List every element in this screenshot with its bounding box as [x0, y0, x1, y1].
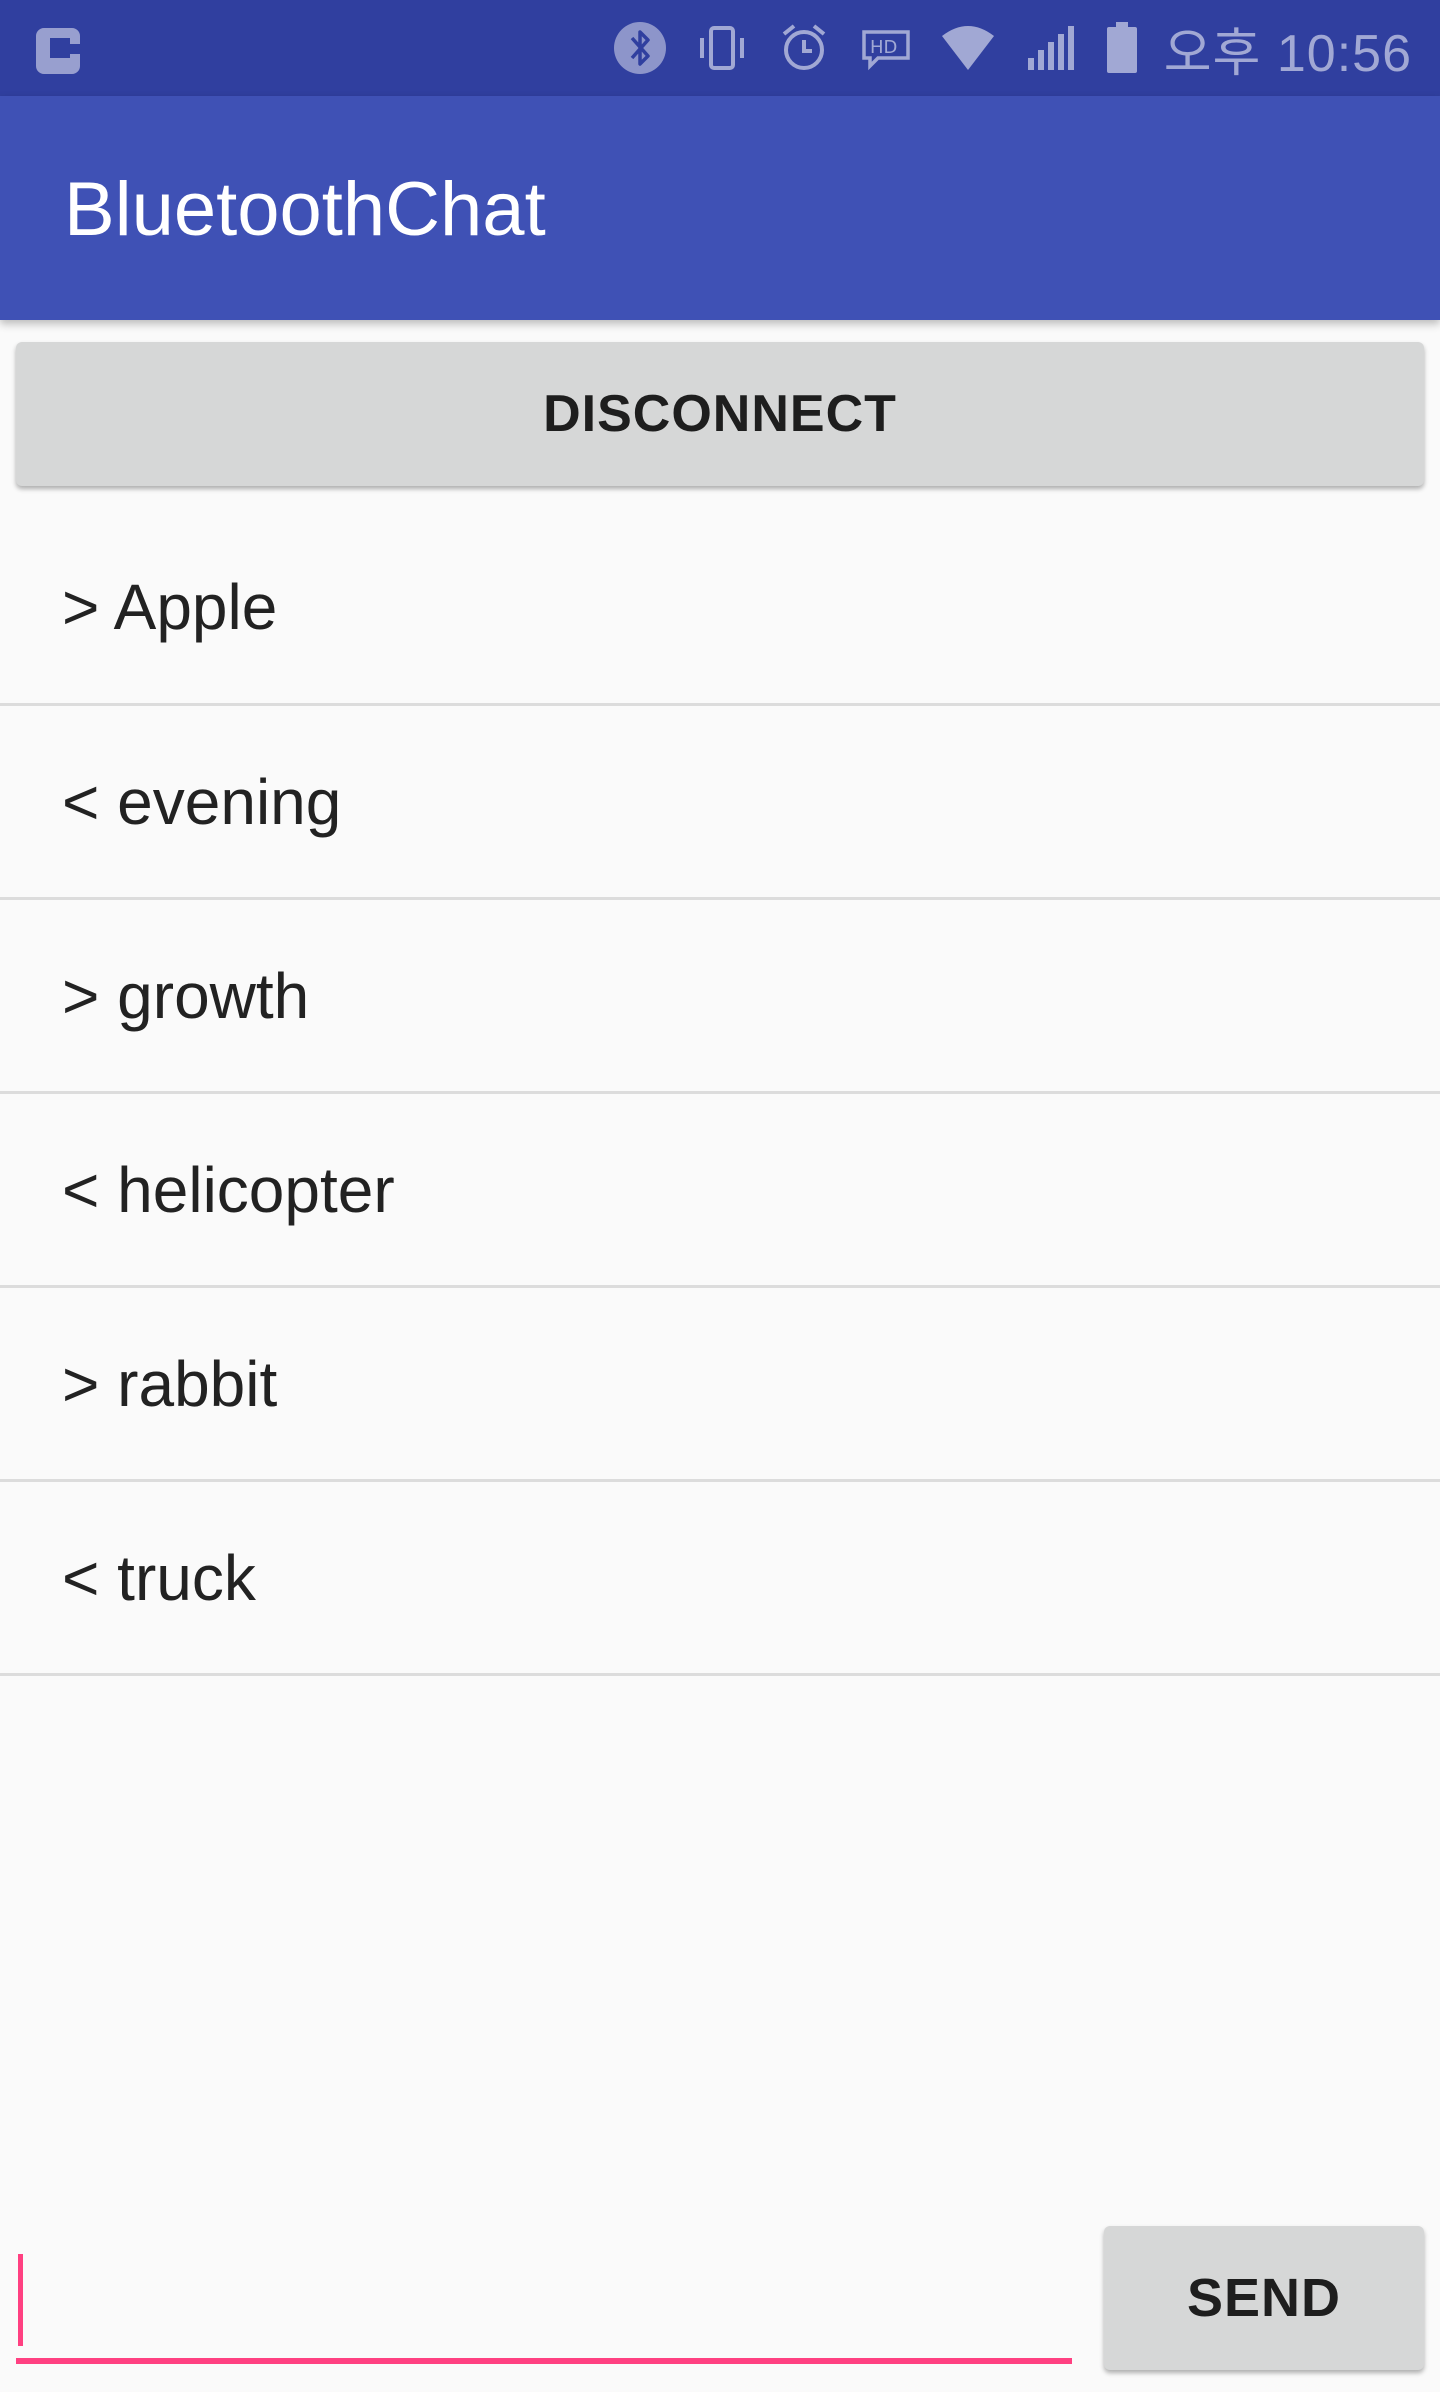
app-bar: BluetoothChat	[0, 96, 1440, 320]
svg-text:HD: HD	[870, 37, 897, 58]
carrier-logo-icon	[28, 18, 88, 78]
alarm-icon	[774, 18, 834, 78]
send-button[interactable]: SEND	[1104, 2226, 1424, 2370]
status-ampm: 오후	[1163, 24, 1262, 83]
status-bar: HD 오후 10:56	[0, 0, 1440, 96]
battery-icon	[1102, 18, 1142, 78]
wifi-icon	[938, 18, 998, 78]
bluetooth-icon	[610, 18, 670, 78]
message-list[interactable]: > Apple < evening > growth < helicopter …	[0, 510, 1440, 1676]
status-right: HD 오후 10:56	[610, 11, 1412, 86]
text-cursor	[18, 2254, 23, 2346]
list-item[interactable]: < truck	[0, 1482, 1440, 1676]
vibrate-icon	[692, 18, 752, 78]
list-item[interactable]: > rabbit	[0, 1288, 1440, 1482]
status-left	[28, 18, 88, 78]
list-item[interactable]: < helicopter	[0, 1094, 1440, 1288]
status-clock: 10:56	[1276, 24, 1412, 83]
list-item[interactable]: > growth	[0, 900, 1440, 1094]
disconnect-button[interactable]: DISCONNECT	[16, 342, 1424, 486]
list-item[interactable]: > Apple	[0, 510, 1440, 706]
list-item[interactable]: < evening	[0, 706, 1440, 900]
hd-voice-icon: HD	[856, 18, 916, 78]
signal-icon	[1020, 18, 1080, 78]
app-title: BluetoothChat	[64, 167, 546, 252]
status-time: 오후 10:56	[1164, 11, 1412, 86]
message-input[interactable]	[16, 2240, 1072, 2364]
